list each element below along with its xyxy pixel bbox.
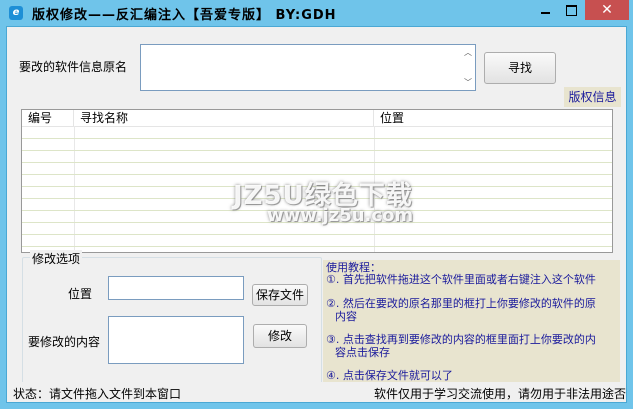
original-name-label: 要改的软件信息原名	[19, 60, 128, 74]
maximize-icon	[566, 5, 577, 16]
tutorial-step: ④. 点击保存文件就可以了	[326, 369, 453, 382]
tutorial-step: ②. 然后在要改的原名那里的框打上你要修改的软件的原	[326, 297, 596, 310]
tutorial-panel: 使用教程： ①. 首先把软件拖进这个软件里面或者右键注入这个软件 ②. 然后在要…	[323, 260, 620, 389]
close-icon: ✕	[601, 2, 613, 18]
app-window: e 版权修改——反汇编注入【吾爱专版】 BY:GDH ✕ 要改的软件信息原名 ︿…	[0, 0, 633, 409]
position-input[interactable]	[108, 276, 244, 300]
table-row	[22, 235, 612, 247]
modify-button[interactable]: 修改	[253, 324, 307, 348]
minimize-icon	[541, 12, 550, 14]
copyright-info-link[interactable]: 版权信息	[564, 87, 621, 107]
original-name-input[interactable]: ︿ ﹀	[140, 44, 476, 91]
column-id[interactable]: 编号	[22, 110, 74, 126]
table-row	[22, 151, 612, 163]
content-input[interactable]	[108, 316, 244, 364]
column-search-name[interactable]: 寻找名称	[74, 110, 374, 126]
position-label: 位置	[68, 287, 93, 301]
tutorial-step-continued: 容点击保存	[335, 346, 390, 359]
table-row	[22, 127, 612, 139]
status-bar: 状态：请文件拖入文件到本窗口 软件仅用于学习交流使用，请勿用于非法用途否	[7, 382, 626, 402]
column-position[interactable]: 位置	[374, 110, 612, 126]
status-text: 状态：请文件拖入文件到本窗口	[13, 387, 182, 401]
modify-options-title: 修改选项	[30, 250, 83, 267]
scroll-up-icon[interactable]: ︿	[463, 47, 473, 58]
table-row	[22, 163, 612, 175]
table-row	[22, 139, 612, 151]
app-icon: e	[9, 6, 23, 20]
watermark-url: www.jz5u.com	[267, 205, 414, 226]
maximize-button[interactable]	[558, 0, 585, 20]
disclaimer-text: 软件仅用于学习交流使用，请勿用于非法用途否	[374, 387, 627, 401]
content-label: 要修改的内容	[28, 335, 101, 349]
scroll-down-icon[interactable]: ﹀	[463, 77, 473, 88]
tutorial-step: ③. 点击查找再到要修改的内容的框里面打上你要改的内	[326, 333, 596, 346]
watermark: JZ5U绿色下载 www.jz5u.com	[233, 175, 418, 231]
window-title: 版权修改——反汇编注入【吾爱专版】 BY:GDH	[32, 8, 337, 23]
tutorial-step: ①. 首先把软件拖进这个软件里面或者右键注入这个软件	[326, 273, 596, 286]
search-button[interactable]: 寻找	[484, 52, 556, 84]
client-area: 要改的软件信息原名 ︿ ﹀ 寻找 版权信息 编号 寻找名称 位置 JZ5U绿色下…	[6, 26, 627, 403]
save-file-button[interactable]: 保存文件	[252, 284, 308, 306]
title-bar[interactable]: e 版权修改——反汇编注入【吾爱专版】 BY:GDH ✕	[0, 0, 633, 26]
close-button[interactable]: ✕	[585, 0, 629, 20]
minimize-button[interactable]	[532, 0, 558, 20]
results-header: 编号 寻找名称 位置	[22, 110, 612, 127]
tutorial-step-continued: 内容	[335, 310, 357, 323]
